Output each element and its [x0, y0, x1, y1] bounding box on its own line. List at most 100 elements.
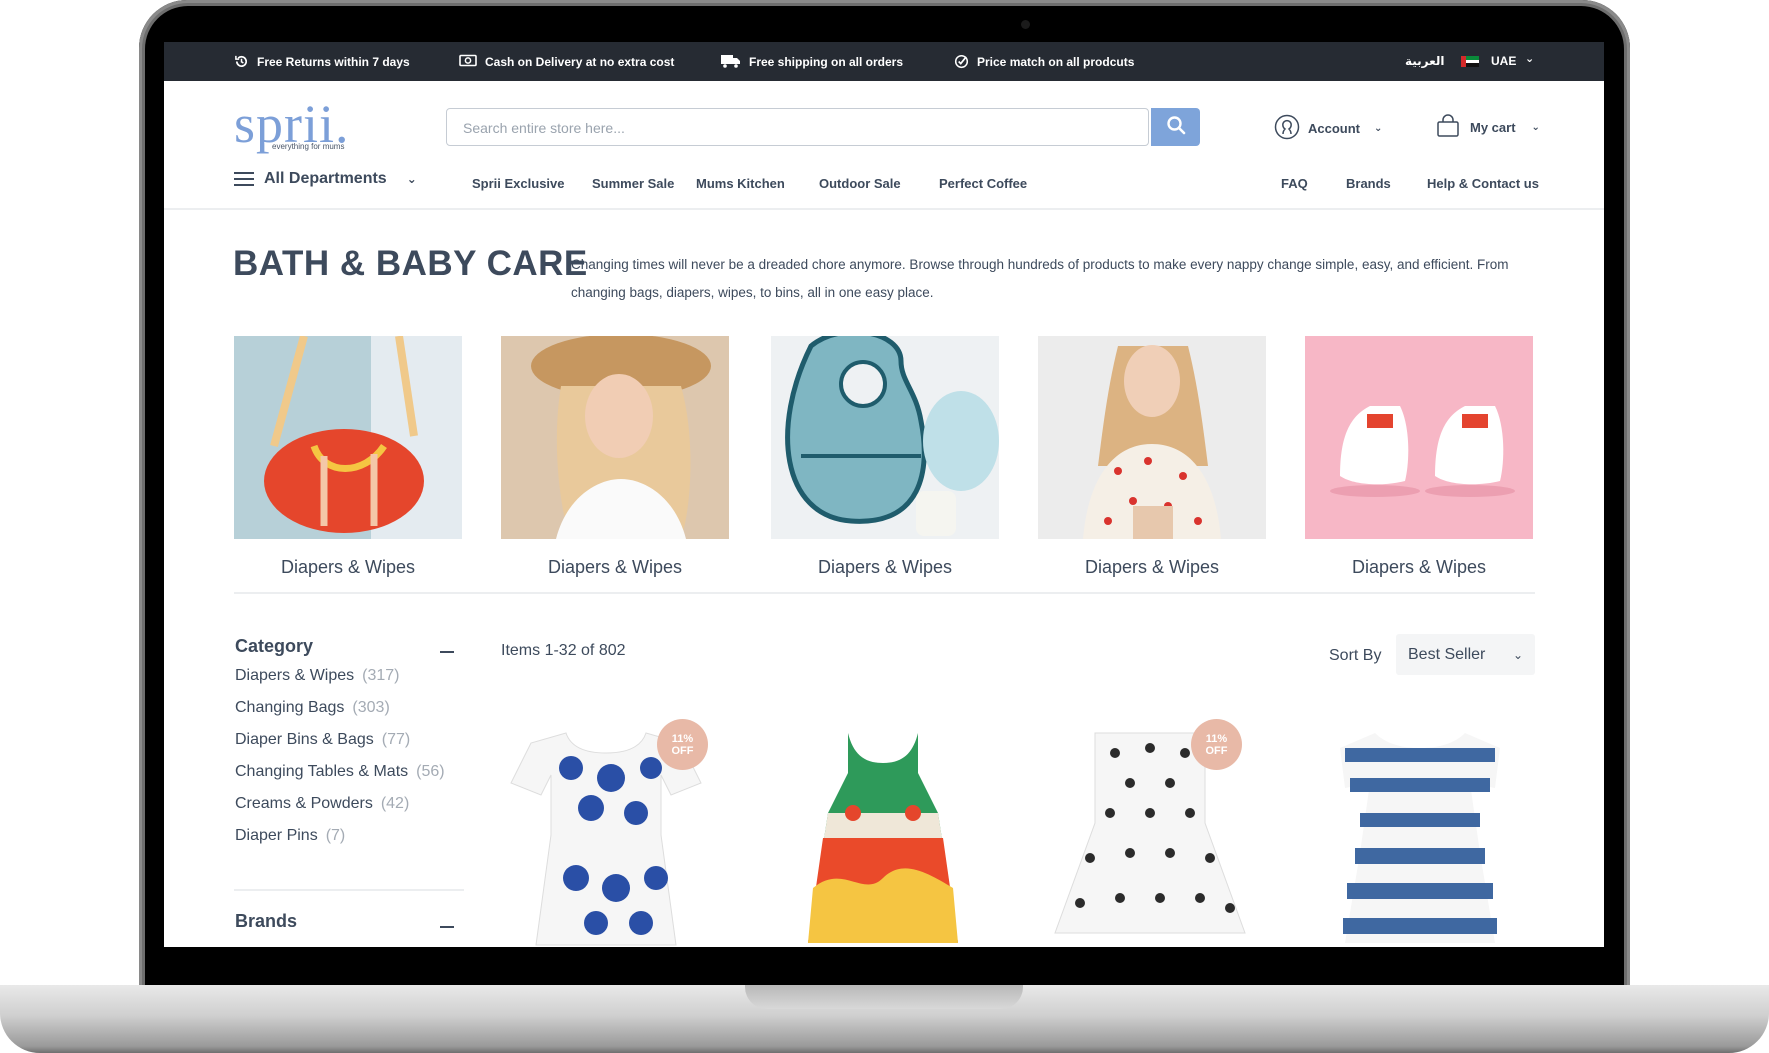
filter-label: Changing Bags [235, 699, 345, 716]
discount-percent: 11% [1205, 732, 1228, 745]
category-image-girl-cherry-top [1038, 336, 1266, 539]
nav-link-outdoor-sale[interactable]: Outdoor Sale [819, 176, 901, 191]
section-divider [234, 592, 1535, 594]
filter-count: (77) [381, 731, 411, 748]
language-switch[interactable]: العربية [1405, 54, 1445, 68]
perk-cash-on-delivery: Cash on Delivery at no extra cost [459, 42, 674, 81]
perk-price-match: Price match on all prodcuts [954, 42, 1134, 81]
filter-item[interactable]: Creams & Powders (42) [235, 795, 445, 827]
cash-icon [459, 54, 477, 69]
product-image-blue-striped-dress [1340, 733, 1500, 943]
user-icon [1274, 114, 1300, 143]
discount-badge: 11% OFF [1191, 719, 1242, 770]
cart-label: My cart [1470, 120, 1516, 135]
sort-select[interactable]: Best Seller ⌄ [1396, 634, 1535, 675]
nav-link-help-contact[interactable]: Help & Contact us [1427, 176, 1539, 191]
perk-label: Price match on all prodcuts [977, 54, 1135, 69]
sidebar-divider [234, 889, 464, 891]
browser-screen: Free Returns within 7 days Cash on Deliv… [164, 42, 1604, 947]
truck-icon [721, 54, 741, 69]
nav-link-faq[interactable]: FAQ [1281, 176, 1308, 191]
product-image-green-red-yellow-dress [808, 733, 958, 943]
filter-count: (303) [352, 699, 390, 716]
chevron-down-icon[interactable]: ⌄ [1525, 52, 1534, 65]
category-image-red-bag [234, 336, 462, 539]
top-bar: Free Returns within 7 days Cash on Deliv… [164, 42, 1604, 81]
product-card[interactable] [768, 728, 998, 947]
brands-filter-title[interactable]: Brands [235, 911, 297, 932]
search-button[interactable] [1151, 108, 1200, 146]
filter-label: Diapers & Wipes [235, 667, 355, 684]
chevron-down-icon: ⌄ [1374, 123, 1383, 134]
history-icon [234, 54, 249, 69]
filter-label: Diaper Bins & Bags [235, 731, 374, 748]
product-card[interactable]: 11% OFF [1035, 719, 1265, 947]
filter-label: Creams & Powders [235, 795, 373, 812]
page-description: Changing times will never be a dreaded c… [571, 257, 1509, 300]
search-input[interactable] [461, 109, 1065, 147]
category-filter-list: Diapers & Wipes (317) Changing Bags (303) … [235, 667, 445, 859]
perk-label: Free shipping on all orders [749, 54, 904, 69]
shopping-bag-icon [1436, 114, 1460, 141]
category-card[interactable]: Diapers & Wipes [1038, 336, 1266, 578]
chevron-down-icon: ⌄ [406, 172, 417, 186]
country-selector[interactable]: UAE [1491, 54, 1516, 68]
category-image-white-baby-shoes [1305, 336, 1533, 539]
nav-link-perfect-coffee[interactable]: Perfect Coffee [939, 176, 1027, 191]
laptop-notch [745, 985, 1023, 1009]
camera [1021, 20, 1030, 29]
all-departments-label: All Departments [264, 170, 387, 187]
perk-label: Free Returns within 7 days [257, 54, 410, 69]
collapse-icon[interactable] [440, 926, 454, 928]
collapse-icon[interactable] [440, 651, 454, 653]
filter-item[interactable]: Changing Tables & Mats (56) [235, 763, 445, 795]
filter-item[interactable]: Diapers & Wipes (317) [235, 667, 445, 699]
filter-count: (7) [325, 827, 346, 844]
search-icon [1166, 115, 1186, 140]
category-label: Diapers & Wipes [1351, 557, 1487, 577]
nav-link-sprii-exclusive[interactable]: Sprii Exclusive [472, 176, 565, 191]
product-card[interactable] [1305, 728, 1535, 947]
category-filter-title[interactable]: Category [235, 636, 313, 657]
filter-item[interactable]: Diaper Bins & Bags (77) [235, 731, 445, 763]
discount-percent: 11% [671, 732, 694, 745]
cart-menu[interactable]: My cart ⌄ [1436, 114, 1540, 141]
perk-free-shipping: Free shipping on all orders [721, 42, 903, 81]
all-departments-menu[interactable]: All Departments ⌄ [234, 170, 417, 188]
discount-badge: 11% OFF [657, 719, 708, 770]
uae-flag-icon [1461, 56, 1479, 68]
product-card[interactable]: 11% OFF [501, 719, 731, 947]
sprii-logo[interactable]: sprii. everything for mums [234, 97, 369, 159]
nav-link-summer-sale[interactable]: Summer Sale [592, 176, 674, 191]
chevron-down-icon: ⌄ [1531, 122, 1540, 133]
hamburger-icon [234, 172, 254, 186]
perk-label: Cash on Delivery at no extra cost [485, 54, 675, 69]
filter-item[interactable]: Changing Bags (303) [235, 699, 445, 731]
filter-label: Changing Tables & Mats [235, 763, 409, 780]
nav-link-mums-kitchen[interactable]: Mums Kitchen [696, 176, 785, 191]
filter-item[interactable]: Diaper Pins (7) [235, 827, 445, 859]
category-card[interactable]: Diapers & Wipes [1305, 336, 1533, 578]
category-card[interactable]: Diapers & Wipes [771, 336, 999, 578]
category-card[interactable]: Diapers & Wipes [501, 336, 729, 578]
sort-label: Sort By [1329, 647, 1382, 664]
filter-count: (317) [362, 667, 400, 684]
perk-free-returns: Free Returns within 7 days [234, 42, 410, 81]
chevron-down-icon: ⌄ [1512, 647, 1523, 662]
page-title: BATH & BABY CARE [233, 244, 588, 283]
account-label: Account [1308, 121, 1360, 136]
check-badge-icon [954, 54, 969, 69]
category-image-blue-bib [771, 336, 999, 539]
items-count: Items 1-32 of 802 [501, 642, 626, 659]
filter-count: (42) [380, 795, 410, 812]
account-menu[interactable]: Account ⌄ [1274, 114, 1382, 143]
search-box [446, 108, 1149, 147]
category-label: Diapers & Wipes [817, 557, 953, 577]
sort-value: Best Seller [1408, 645, 1486, 663]
filter-count: (56) [416, 763, 445, 780]
category-card[interactable]: Diapers & Wipes [234, 336, 462, 578]
category-image-girl-straw-hat [501, 336, 729, 539]
nav-link-brands[interactable]: Brands [1346, 176, 1391, 191]
discount-off-label: OFF [671, 744, 694, 757]
discount-off-label: OFF [1205, 744, 1228, 757]
